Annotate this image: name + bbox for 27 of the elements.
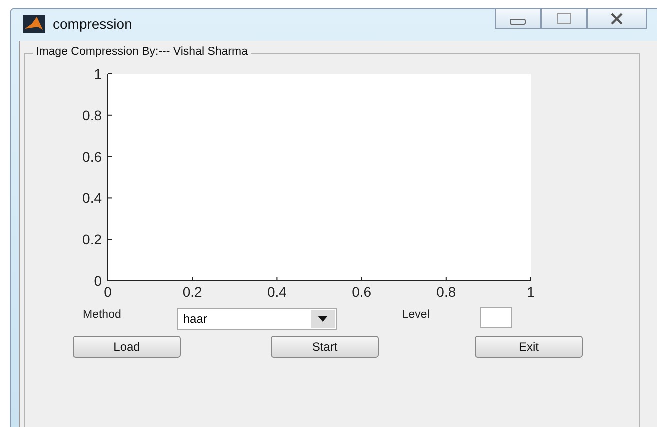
x-tick-label: 0.6 [352,284,372,300]
y-tick-label: 0 [94,273,102,289]
action-button[interactable]: Start [271,336,379,358]
x-tick-label: 0.2 [182,284,202,300]
y-tick-label: 1 [94,66,102,82]
x-tick-label: 0.8 [436,284,456,300]
minimize-button[interactable] [495,9,541,29]
y-tick-label: 0.2 [82,232,102,248]
x-tick-label: 0.4 [267,284,287,300]
window-title: compression [53,16,132,32]
x-tick-label: 0 [104,284,112,300]
app-logo-icon [23,15,45,33]
level-field[interactable] [480,306,512,328]
y-tick-label: 0.6 [82,148,102,165]
panel-title: Image Compression By:--- Vishal Sharma [33,46,251,58]
close-icon [610,12,624,24]
action-button[interactable]: Exit [475,336,583,358]
y-tick-label: 0.4 [82,190,102,206]
x-tick-label: 1 [527,284,535,300]
maximize-button[interactable] [541,9,587,29]
y-tick-label: 0.8 [82,107,102,124]
caret-icon [318,316,328,322]
level-label: Level [402,309,430,321]
action-button[interactable]: Load [73,336,181,358]
close-button[interactable] [587,9,647,29]
method-label: Method [83,309,122,321]
method-dropdown[interactable]: haar [177,308,338,330]
